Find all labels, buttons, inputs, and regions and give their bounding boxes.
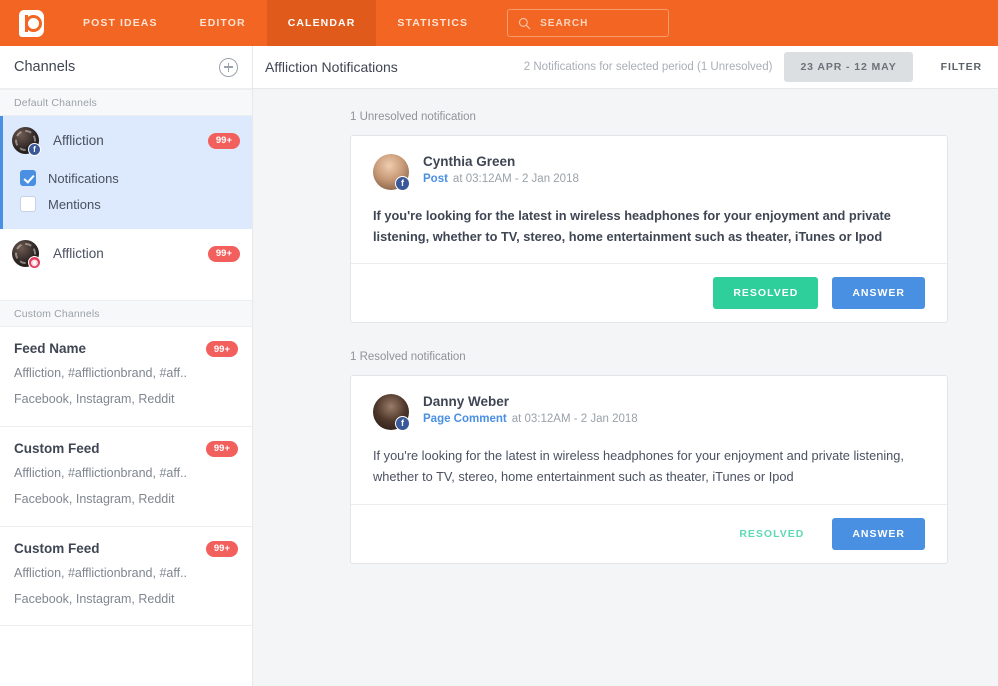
card-header-text: Cynthia Green Post at 03:12AM - 2 Jan 201… — [423, 154, 579, 185]
channel-name: Affliction — [53, 133, 104, 148]
default-channels-group-label: Default Channels — [0, 89, 252, 116]
feed-name: Custom Feed — [14, 440, 100, 456]
feed-networks: Facebook, Instagram, Reddit — [14, 392, 175, 407]
sidebar-channel-affliction-facebook[interactable]: f Affliction 99+ — [0, 116, 252, 165]
feed-header: Feed Name 99+ — [14, 341, 238, 357]
facebook-icon: f — [28, 143, 41, 156]
notification-kind: Post — [423, 173, 448, 185]
notifications-scroll-area: 1 Unresolved notification f Cynthia Gree… — [253, 89, 998, 686]
notifications-checkbox[interactable] — [20, 170, 36, 186]
sidebar-subitem-notifications[interactable]: Notifications — [0, 165, 252, 191]
nav-tab-post-ideas[interactable]: POST IDEAS — [62, 0, 179, 46]
card-meta: Page Comment at 03:12AM - 2 Jan 2018 — [423, 413, 638, 425]
feed-networks: Facebook, Instagram, Reddit — [14, 492, 175, 507]
search-icon — [519, 17, 531, 29]
notification-kind: Page Comment — [423, 413, 507, 426]
app-body: Channels Default Channels f Affliction 9… — [0, 46, 998, 686]
notification-time: at 03:12AM - 2 Jan 2018 — [452, 173, 579, 185]
sidebar-feed-item[interactable]: Custom Feed 99+ Affliction, #afflictionb… — [0, 527, 252, 627]
channel-subitems: Notifications Mentions — [0, 165, 252, 229]
unresolved-section-label: 1 Unresolved notification — [350, 111, 476, 123]
search-input[interactable] — [540, 17, 659, 29]
notification-card-unresolved: f Cynthia Green Post at 03:12AM - 2 Jan 2… — [350, 135, 948, 324]
resolved-button[interactable]: RESOLVED — [725, 518, 818, 550]
card-body: f Cynthia Green Post at 03:12AM - 2 Jan 2… — [351, 136, 947, 263]
card-header-text: Danny Weber Page Comment at 03:12AM - 2 J… — [423, 394, 638, 425]
main-header: Affliction Notifications 2 Notifications… — [253, 46, 998, 89]
card-header: f Cynthia Green Post at 03:12AM - 2 Jan 2… — [373, 154, 925, 191]
unread-badge: 99+ — [205, 341, 238, 357]
sidebar-title: Channels — [14, 59, 76, 75]
nav-tab-calendar[interactable]: CALENDAR — [266, 0, 377, 46]
card-header: f Danny Weber Page Comment at 03:12AM - 2… — [373, 394, 925, 432]
instagram-icon: ◉ — [28, 256, 41, 269]
notification-message: If you're looking for the latest in wire… — [373, 448, 904, 485]
unread-badge: 99+ — [207, 132, 240, 149]
resolved-button[interactable]: RESOLVED — [713, 277, 819, 310]
feed-keywords: Affliction, #afflictionbrand, #aff.. — [14, 565, 188, 580]
post-planner-logo-icon — [18, 9, 44, 37]
notification-card-resolved: f Danny Weber Page Comment at 03:12AM - 2… — [350, 375, 948, 564]
mentions-checkbox[interactable] — [20, 196, 36, 212]
feed-keywords: Affliction, #afflictionbrand, #aff.. — [14, 366, 188, 380]
card-actions: RESOLVED ANSWER — [351, 503, 947, 563]
subitem-label: Mentions — [48, 196, 101, 212]
logo[interactable] — [0, 9, 62, 37]
avatar: f — [373, 394, 410, 432]
unread-badge: 99+ — [207, 245, 240, 262]
sidebar-scrollbar[interactable] — [247, 46, 252, 686]
custom-channels-group-label: Custom Channels — [0, 300, 252, 327]
nav-tab-editor[interactable]: EDITOR — [179, 0, 267, 46]
avatar: f — [12, 127, 41, 156]
unread-badge: 99+ — [205, 540, 238, 557]
notification-count-text: 2 Notifications for selected period (1 U… — [523, 61, 773, 73]
sidebar-subitem-mentions[interactable]: Mentions — [0, 191, 252, 217]
add-channel-icon[interactable] — [219, 57, 238, 77]
card-actions: RESOLVED ANSWER — [351, 263, 947, 322]
author-name: Cynthia Green — [423, 154, 516, 169]
page-title: Affliction Notifications — [265, 59, 398, 75]
feed-name: Feed Name — [14, 341, 87, 356]
feed-name: Custom Feed — [14, 540, 100, 556]
card-body: f Danny Weber Page Comment at 03:12AM - 2… — [351, 376, 947, 503]
facebook-icon: f — [395, 416, 410, 432]
resolved-section-label: 1 Resolved notification — [350, 351, 466, 364]
answer-button[interactable]: ANSWER — [832, 277, 925, 310]
facebook-icon: f — [395, 176, 410, 191]
top-navigation-bar: POST IDEAS EDITOR CALENDAR STATISTICS — [0, 0, 998, 46]
sidebar-feed-item[interactable]: Custom Feed 99+ Affliction, #afflictionb… — [0, 427, 252, 527]
date-range-button[interactable]: 23 APR - 12 MAY — [784, 52, 913, 82]
avatar: ◉ — [12, 240, 41, 269]
card-meta: Post at 03:12AM - 2 Jan 2018 — [423, 173, 579, 185]
answer-button[interactable]: ANSWER — [832, 517, 925, 550]
main-content: Affliction Notifications 2 Notifications… — [253, 46, 998, 686]
channel-name: Affliction — [53, 246, 104, 261]
sidebar-feed-item[interactable]: Feed Name 99+ Affliction, #afflictionbra… — [0, 327, 252, 427]
search-box[interactable] — [507, 9, 670, 37]
subitem-label: Notifications — [48, 170, 119, 186]
nav-tab-statistics[interactable]: STATISTICS — [376, 0, 489, 46]
unread-badge: 99+ — [205, 440, 238, 457]
filter-button[interactable]: FILTER — [925, 52, 998, 82]
author-name: Danny Weber — [423, 394, 510, 410]
avatar: f — [373, 154, 410, 191]
feed-header: Custom Feed 99+ — [14, 540, 238, 557]
feed-header: Custom Feed 99+ — [14, 440, 238, 457]
feed-networks: Facebook, Instagram, Reddit — [14, 591, 175, 606]
sidebar-header: Channels — [0, 46, 252, 89]
notification-time: at 03:12AM - 2 Jan 2018 — [511, 413, 638, 426]
nav-items: POST IDEAS EDITOR CALENDAR STATISTICS — [62, 0, 489, 46]
channels-sidebar: Channels Default Channels f Affliction 9… — [0, 46, 253, 686]
feed-keywords: Affliction, #afflictionbrand, #aff.. — [14, 465, 188, 480]
notification-message: If you're looking for the latest in wire… — [373, 208, 891, 244]
sidebar-channel-affliction-instagram[interactable]: ◉ Affliction 99+ — [0, 229, 252, 278]
